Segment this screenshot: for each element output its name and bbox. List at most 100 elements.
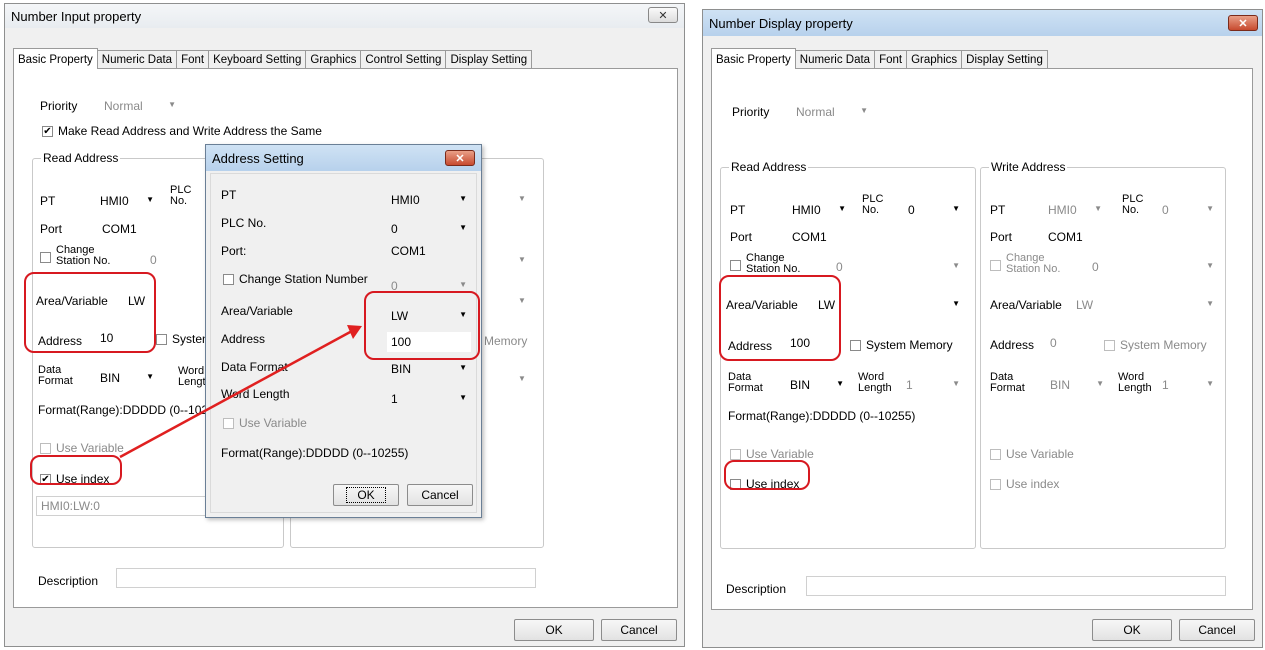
write-use-variable-label: Use Variable	[1006, 447, 1074, 461]
chevron-down-icon: ▼	[952, 261, 960, 270]
tab-basic-property[interactable]: Basic Property	[711, 48, 796, 69]
area-variable-select[interactable]: LW ▼	[814, 295, 964, 315]
write-word-length-value: 1	[1162, 378, 1169, 392]
port-value: COM1	[792, 230, 827, 244]
write-change-station-label: Change Station No.	[1006, 252, 1061, 275]
write-plc-no-select[interactable]: 0 ▼	[1158, 200, 1218, 220]
write-pt-value: HMI0	[1048, 203, 1077, 217]
change-station-label: Change Station No.	[746, 252, 801, 275]
number-display-property-window: Number Display property ✕ Basic Property…	[702, 9, 1263, 648]
write-area-variable-value: LW	[1076, 298, 1094, 312]
priority-select[interactable]: Normal ▼	[792, 102, 872, 122]
word-length-label: Word Length	[858, 371, 892, 394]
write-station-select[interactable]: 0 ▼	[1088, 257, 1218, 277]
chevron-down-icon: ▼	[1206, 299, 1214, 308]
write-area-variable-select[interactable]: LW ▼	[1072, 295, 1218, 315]
chevron-down-icon: ▼	[1206, 261, 1214, 270]
use-index-checkbox[interactable]	[730, 479, 741, 490]
write-plc-no-value: 0	[1162, 203, 1169, 217]
cancel-label: Cancel	[1198, 623, 1236, 637]
write-data-format-select[interactable]: BIN ▼	[1046, 375, 1108, 395]
tab-display-setting[interactable]: Display Setting	[961, 50, 1048, 69]
data-format-label: Data Format	[728, 371, 763, 394]
tab-graphics[interactable]: Graphics	[906, 50, 963, 69]
write-area-variable-label: Area/Variable	[990, 298, 1062, 312]
write-word-length-label: Word Length	[1118, 371, 1152, 394]
ok-button[interactable]: OK	[1092, 619, 1172, 641]
chevron-down-icon: ▼	[1206, 379, 1214, 388]
pt-label: PT	[730, 203, 746, 217]
plc-no-select[interactable]: 0 ▼	[904, 200, 964, 220]
write-system-memory-label: System Memory	[1120, 338, 1207, 352]
use-variable-label: Use Variable	[746, 447, 814, 461]
write-port-value: COM1	[1048, 230, 1083, 244]
description-label: Description	[726, 582, 787, 596]
write-pt-select[interactable]: HMI0 ▼	[1044, 200, 1106, 220]
write-address-value: 0	[1050, 336, 1057, 350]
arrow-annotation	[119, 325, 362, 459]
cancel-button[interactable]: Cancel	[1179, 619, 1255, 641]
chevron-down-icon: ▼	[1094, 204, 1102, 213]
tab-strip: Basic Property Numeric Data Font Graphic…	[711, 47, 1048, 69]
write-data-format-label: Data Format	[990, 371, 1025, 394]
address-input[interactable]: 100	[786, 333, 842, 353]
chevron-down-icon: ▼	[838, 204, 846, 213]
chevron-down-icon: ▼	[836, 379, 844, 388]
plc-no-label: PLC No.	[862, 193, 884, 216]
write-word-length-select[interactable]: 1 ▼	[1158, 375, 1218, 395]
write-address-title: Write Address	[989, 160, 1068, 174]
write-change-station-checkbox[interactable]	[990, 260, 1001, 271]
system-memory-checkbox[interactable]	[850, 340, 861, 351]
station-value: 0	[836, 260, 843, 274]
use-variable-checkbox[interactable]	[730, 449, 741, 460]
write-use-index-checkbox[interactable]	[990, 479, 1001, 490]
write-address-group: Write Address	[980, 160, 1226, 549]
write-use-variable-checkbox[interactable]	[990, 449, 1001, 460]
chevron-down-icon: ▼	[952, 379, 960, 388]
window-title: Number Display property	[709, 15, 853, 31]
chevron-down-icon: ▼	[860, 106, 868, 115]
priority-value: Normal	[796, 105, 835, 119]
write-address-input[interactable]: 0	[1046, 333, 1094, 353]
station-select[interactable]: 0 ▼	[832, 257, 964, 277]
basic-property-panel: Priority Normal ▼ Read Address Write Addr…	[711, 68, 1253, 610]
write-use-index-label: Use index	[1006, 477, 1060, 491]
ok-label: OK	[1123, 623, 1141, 637]
address-value: 100	[790, 336, 811, 350]
priority-label: Priority	[732, 105, 770, 119]
write-station-value: 0	[1092, 260, 1099, 274]
format-range-text: Format(Range):DDDDD (0--10255)	[728, 409, 916, 423]
write-system-memory-checkbox[interactable]	[1104, 340, 1115, 351]
word-length-select[interactable]: 1 ▼	[902, 375, 964, 395]
write-pt-label: PT	[990, 203, 1006, 217]
address-label: Address	[728, 339, 773, 353]
change-station-checkbox[interactable]	[730, 260, 741, 271]
pt-value: HMI0	[792, 203, 821, 217]
write-port-label: Port	[990, 230, 1013, 244]
use-index-label: Use index	[746, 477, 800, 491]
port-label: Port	[730, 230, 753, 244]
chevron-down-icon: ▼	[1206, 204, 1214, 213]
close-icon: ✕	[1238, 17, 1248, 30]
title-bar: Number Display property ✕	[703, 10, 1262, 36]
read-address-title: Read Address	[729, 160, 809, 174]
pt-select[interactable]: HMI0 ▼	[788, 200, 850, 220]
write-plc-no-label: PLC No.	[1122, 193, 1144, 216]
write-data-format-value: BIN	[1050, 378, 1071, 392]
area-variable-value: LW	[818, 298, 836, 312]
close-button[interactable]: ✕	[1228, 15, 1258, 31]
data-format-value: BIN	[790, 378, 811, 392]
chevron-down-icon: ▼	[952, 299, 960, 308]
tab-font[interactable]: Font	[874, 50, 908, 69]
description-input[interactable]	[806, 576, 1226, 596]
data-format-select[interactable]: BIN ▼	[786, 375, 848, 395]
tab-numeric-data[interactable]: Numeric Data	[794, 50, 876, 69]
area-variable-label: Area/Variable	[726, 298, 798, 312]
chevron-down-icon: ▼	[1096, 379, 1104, 388]
system-memory-label: System Memory	[866, 338, 953, 352]
word-length-value: 1	[906, 378, 913, 392]
plc-no-value: 0	[908, 203, 915, 217]
write-address-label: Address	[990, 338, 1035, 352]
read-address-group: Read Address	[720, 160, 976, 549]
chevron-down-icon: ▼	[952, 204, 960, 213]
